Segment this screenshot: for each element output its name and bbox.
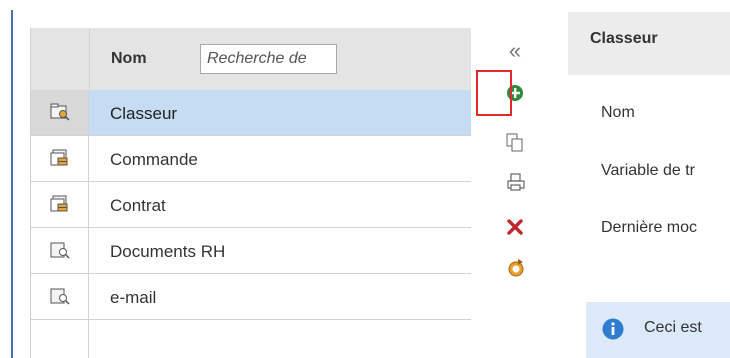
list-header: Nom <box>31 28 471 91</box>
folder-search-icon <box>50 103 70 121</box>
field-label-variable: Variable de tr <box>601 162 695 179</box>
field-label-name: Nom <box>601 104 635 121</box>
list-item[interactable] <box>31 320 471 358</box>
row-label: Contrat <box>110 196 166 215</box>
details-title: Classeur <box>590 30 658 47</box>
add-button-highlight <box>476 70 512 116</box>
row-icon-cell <box>31 274 89 319</box>
field-label-modified: Dernière moc <box>601 219 698 236</box>
print-icon <box>507 173 525 191</box>
delete-button[interactable] <box>498 212 532 242</box>
delete-icon <box>507 219 523 235</box>
row-label: Classeur <box>110 104 178 123</box>
search-input[interactable] <box>200 44 337 74</box>
list-item[interactable]: Contrat <box>31 182 471 228</box>
document-stack-icon <box>50 195 68 212</box>
list-item[interactable]: Documents RH <box>31 228 471 274</box>
reset-button[interactable] <box>498 252 532 282</box>
row-icon-cell <box>31 90 89 135</box>
details-header: Classeur <box>568 12 730 75</box>
info-banner: Ceci est <box>586 302 730 358</box>
document-stack-icon <box>50 149 68 166</box>
document-search-icon <box>50 288 70 305</box>
row-label: Documents RH <box>110 242 226 261</box>
row-label: e-mail <box>110 288 157 307</box>
column-header-name[interactable]: Nom <box>111 50 147 68</box>
copy-button[interactable] <box>498 127 532 157</box>
row-icon-cell <box>31 182 89 227</box>
row-label: Commande <box>110 150 198 169</box>
list-item[interactable]: e-mail <box>31 274 471 320</box>
window-left-border <box>11 10 13 358</box>
reset-icon <box>508 259 524 277</box>
details-panel: Classeur Nom Variable de tr Dernière moc… <box>568 12 730 358</box>
list-item[interactable]: Classeur <box>31 90 471 136</box>
row-icon-cell <box>31 320 89 358</box>
row-icon-cell <box>31 136 89 181</box>
info-icon <box>602 318 624 340</box>
header-icon-column <box>31 28 90 90</box>
document-search-icon <box>50 242 70 259</box>
list-item[interactable]: Commande <box>31 136 471 182</box>
copy-icon <box>506 133 523 152</box>
object-list: Nom Classeur Commande <box>30 28 471 358</box>
print-button[interactable] <box>498 166 532 196</box>
row-icon-cell <box>31 228 89 273</box>
collapse-panel-button[interactable]: « <box>498 36 532 66</box>
info-text: Ceci est <box>644 319 702 336</box>
action-toolbar: « <box>490 0 540 358</box>
